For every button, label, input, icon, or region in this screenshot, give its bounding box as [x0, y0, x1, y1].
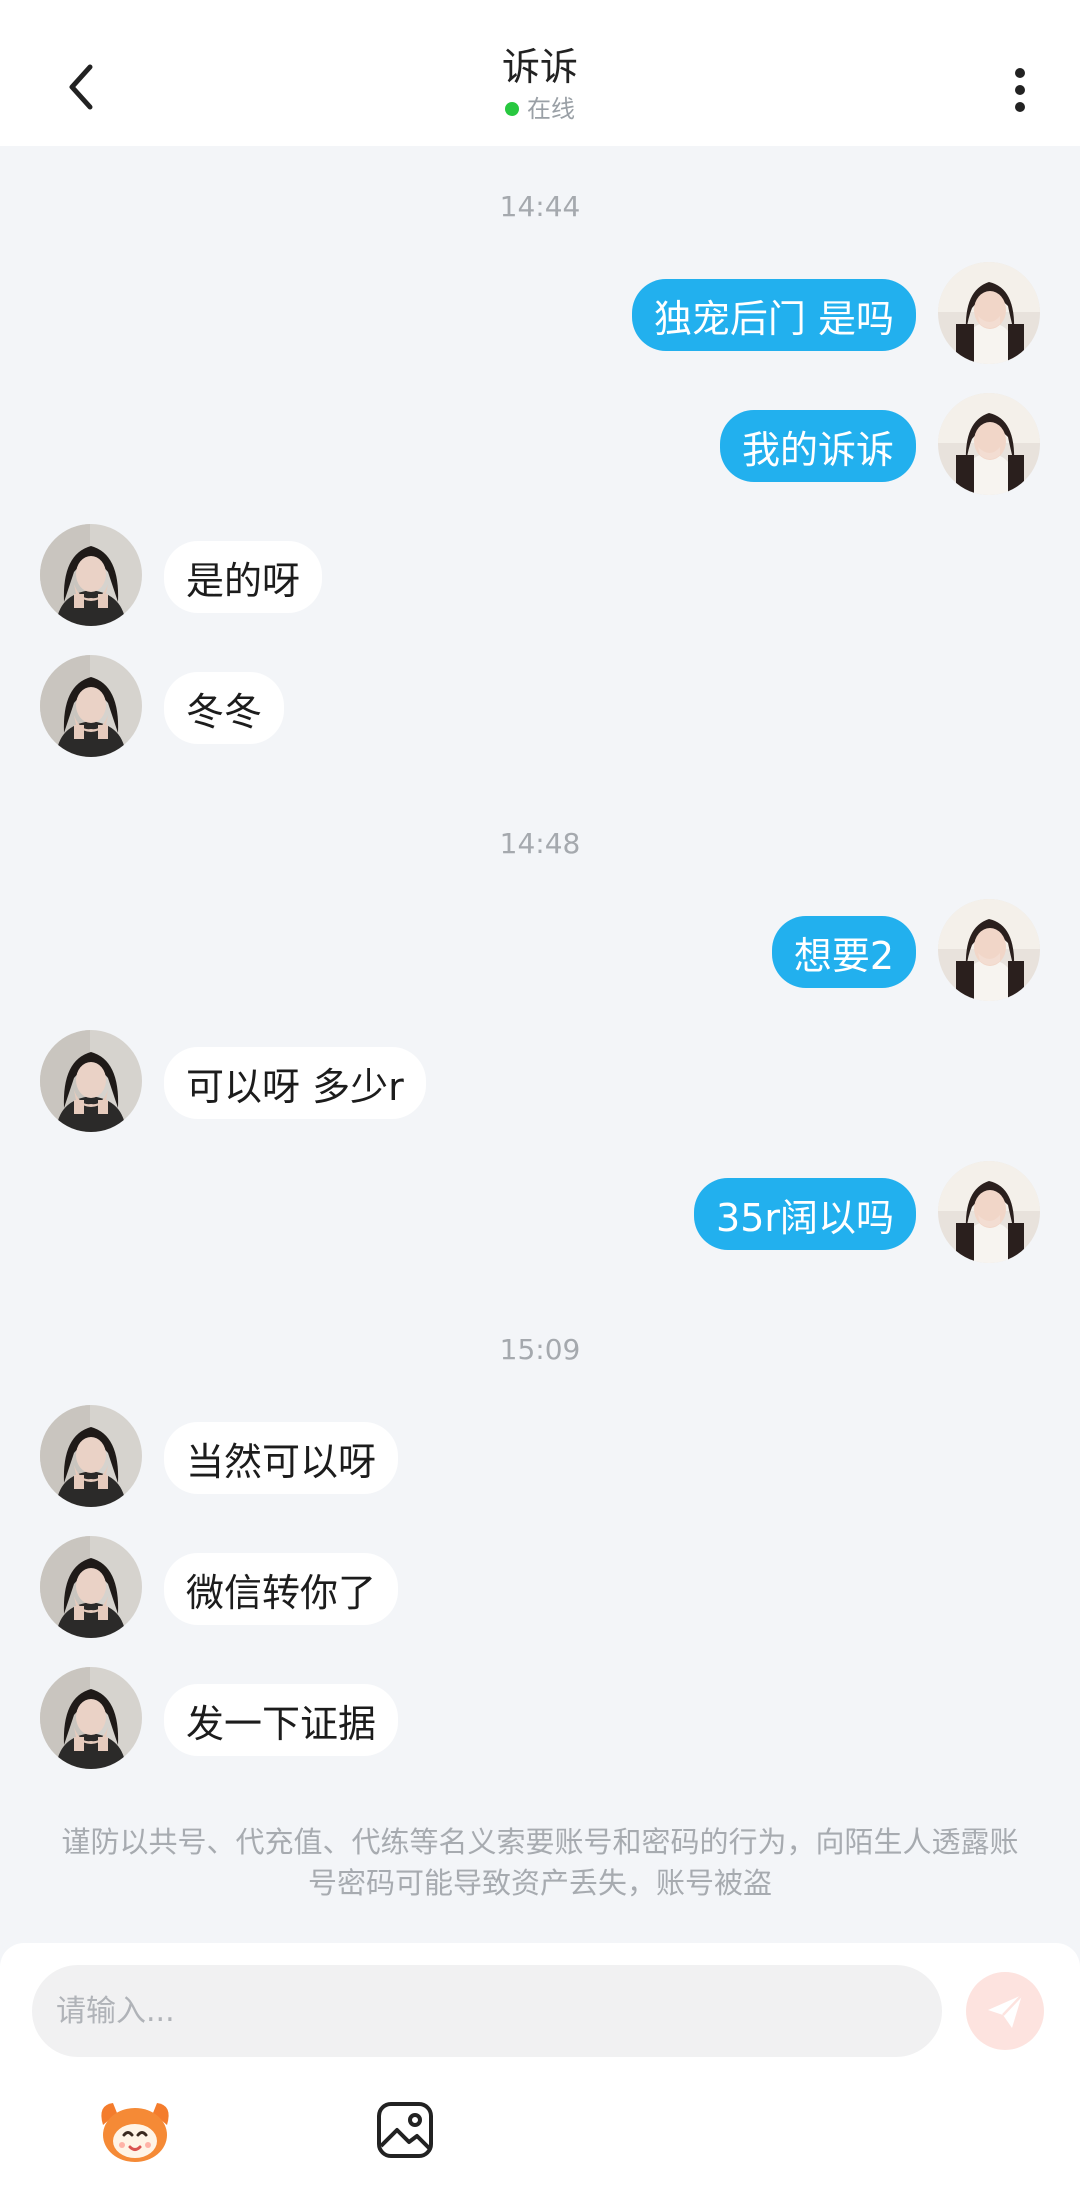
more-options-button[interactable] [990, 55, 1050, 125]
message-bubble[interactable]: 想要2 [771, 916, 916, 988]
message-bubble[interactable]: 是的呀 [164, 541, 323, 613]
online-status-label: 在线 [527, 95, 575, 123]
self-avatar[interactable] [938, 262, 1040, 364]
message-incoming: 微信转你了 [0, 1536, 1080, 1642]
online-status: 在线 [505, 94, 575, 124]
send-button[interactable] [966, 1972, 1044, 2050]
self-avatar[interactable] [938, 1161, 1040, 1263]
self-avatar[interactable] [938, 393, 1040, 495]
vertical-dots-icon [1015, 68, 1025, 112]
message-incoming: 当然可以呀 [0, 1405, 1080, 1511]
contact-name: 诉诉 [501, 45, 578, 89]
message-bubble[interactable]: 我的诉诉 [719, 410, 916, 482]
chat-header: 诉诉 在线 [0, 0, 1080, 146]
message-bubble[interactable]: 微信转你了 [164, 1553, 399, 1625]
contact-avatar[interactable] [40, 1030, 142, 1132]
message-outgoing: 独宠后门 是吗 [0, 262, 1080, 368]
timestamp: 14:44 [499, 190, 581, 223]
contact-avatar[interactable] [40, 1667, 142, 1769]
message-incoming: 是的呀 [0, 524, 1080, 630]
contact-avatar[interactable] [40, 655, 142, 757]
message-outgoing: 想要2 [0, 899, 1080, 1005]
message-incoming: 可以呀 多少r [0, 1030, 1080, 1136]
message-bubble[interactable]: 可以呀 多少r [164, 1047, 426, 1119]
image-icon [377, 2102, 433, 2158]
message-incoming: 发一下证据 [0, 1667, 1080, 1773]
contact-avatar[interactable] [40, 524, 142, 626]
contact-avatar[interactable] [40, 1405, 142, 1507]
image-button[interactable] [373, 2098, 437, 2162]
send-icon [988, 1994, 1023, 2028]
message-bubble[interactable]: 35r阔以吗 [694, 1178, 916, 1250]
emoji-mascot-icon [101, 2103, 169, 2162]
online-dot-icon [505, 102, 519, 116]
chat-title-block: 诉诉 在线 [0, 42, 1080, 124]
message-bubble[interactable]: 冬冬 [164, 672, 285, 744]
self-avatar[interactable] [938, 899, 1040, 1001]
security-warning: 谨防以共号、代充值、代练等名义索要账号和密码的行为，向陌生人透露账号密码可能导致… [61, 1825, 1019, 1900]
contact-avatar[interactable] [40, 1536, 142, 1638]
message-bubble[interactable]: 独宠后门 是吗 [631, 279, 916, 351]
message-bubble[interactable]: 发一下证据 [164, 1684, 399, 1756]
message-outgoing: 我的诉诉 [0, 393, 1080, 499]
timestamp: 14:48 [499, 827, 581, 860]
message-input[interactable] [32, 1965, 942, 2057]
message-bubble[interactable]: 当然可以呀 [164, 1422, 399, 1494]
composer-bar [0, 1943, 1080, 2203]
message-outgoing: 35r阔以吗 [0, 1161, 1080, 1267]
message-incoming: 冬冬 [0, 655, 1080, 761]
timestamp: 15:09 [499, 1333, 581, 1366]
emoji-button[interactable] [95, 2095, 175, 2165]
